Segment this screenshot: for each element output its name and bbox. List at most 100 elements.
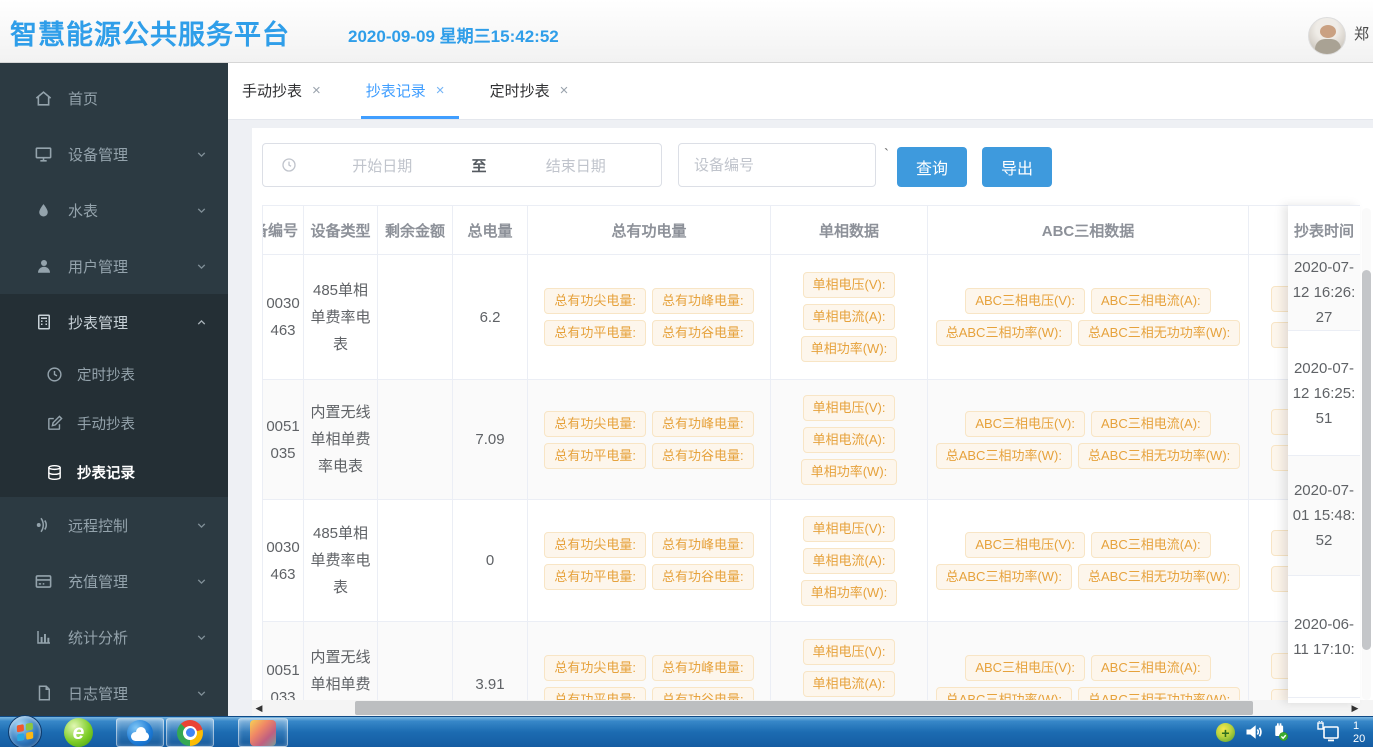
vertical-scrollbar-thumb[interactable] (1362, 270, 1371, 650)
sidebar-item-recharge-mgmt[interactable]: 充值管理 (0, 553, 228, 609)
chevron-down-icon (195, 631, 208, 644)
volume-icon[interactable] (1244, 722, 1264, 747)
tag-abc-voltage: ABC三相电压(V): (965, 655, 1085, 681)
chrome-taskbar-button[interactable] (166, 718, 214, 747)
qq-browser-taskbar-button[interactable] (116, 718, 164, 747)
cell-device-type: 内置无线单相单费率电表 (304, 380, 378, 499)
tag-abc-reactive-power: 总ABC三相无功功率(W): (1078, 443, 1240, 469)
start-orb-icon[interactable] (8, 715, 42, 747)
avatar[interactable] (1308, 17, 1346, 55)
photo-app-icon (250, 720, 276, 746)
table-row: 0030463 485单相单费率电表 6.2 总有功尖电量: 总有功峰电量: 总… (263, 255, 1289, 380)
tag-single-current: 单相电流(A): (803, 548, 896, 574)
column-header-read-time: 抄表时间 (1288, 205, 1360, 255)
taskbar-clock[interactable]: 1 20 (1353, 720, 1365, 746)
page-title: 智慧能源公共服务平台 (10, 13, 290, 52)
cell-active-energy: 总有功尖电量: 总有功峰电量: 总有功平电量: 总有功谷电量: (528, 622, 771, 703)
cell-read-time: 2020-06-11 17:10: (1288, 576, 1360, 698)
column-header-abc-phase: ABC三相数据 (928, 206, 1249, 254)
cell-total-energy: 6.2 (453, 255, 528, 379)
cell-balance (378, 500, 453, 621)
tag-single-voltage: 单相电压(V): (803, 272, 896, 298)
current-datetime: 2020-09-09 星期三15:42:52 (348, 22, 559, 47)
time-column: 抄表时间 2020-07-12 16:26:27 2020-07-12 16:2… (1288, 205, 1360, 703)
cell-clipped-column (1249, 380, 1289, 499)
photo-app-taskbar-button[interactable] (238, 718, 288, 747)
tag-peak-energy: 总有功峰电量: (652, 655, 754, 681)
device-number-input[interactable] (678, 143, 876, 187)
sidebar-item-remote-control[interactable]: 远程控制 (0, 497, 228, 553)
tab-label: 抄表记录 (366, 80, 426, 101)
cell-device-type: 内置无线单相单费率电表 (304, 622, 378, 703)
cell-single-phase: 单相电压(V): 单相电流(A): 单相功率(W): (771, 622, 928, 703)
query-button[interactable]: 查询 (897, 147, 967, 187)
tag-flat-energy: 总有功平电量: (544, 564, 646, 590)
tag-abc-current: ABC三相电流(A): (1091, 655, 1211, 681)
cell-active-energy: 总有功尖电量: 总有功峰电量: 总有功平电量: 总有功谷电量: (528, 255, 771, 379)
tag-abc-voltage: ABC三相电压(V): (965, 411, 1085, 437)
card-icon (34, 572, 53, 591)
chevron-down-icon (195, 575, 208, 588)
app-screen: 智慧能源公共服务平台 2020-09-09 星期三15:42:52 郑 首页 设… (0, 0, 1373, 747)
cell-clipped-column (1249, 255, 1289, 379)
avatar-body (1315, 39, 1341, 55)
sidebar-item-label: 抄表管理 (68, 312, 128, 333)
sidebar-item-scheduled-reading[interactable]: 定时抄表 (0, 350, 228, 399)
tag-abc-voltage: ABC三相电压(V): (965, 532, 1085, 558)
tab-close-icon[interactable]: × (560, 82, 569, 99)
clock-icon (46, 366, 63, 383)
tag-sharp-energy: 总有功尖电量: (544, 532, 646, 558)
start-date-placeholder: 开始日期 (297, 155, 468, 176)
sidebar-item-water-meter[interactable]: 水表 (0, 182, 228, 238)
cell-abc-phase: ABC三相电压(V): ABC三相电流(A): 总ABC三相功率(W): 总AB… (928, 500, 1249, 621)
cell-device-id: 0030463 (263, 500, 304, 621)
cell-total-energy: 0 (453, 500, 528, 621)
column-header-device-type: 设备类型 (304, 206, 378, 254)
network-icon[interactable] (1316, 721, 1342, 747)
tag-single-current: 单相电流(A): (803, 427, 896, 453)
tab-close-icon[interactable]: × (436, 82, 445, 99)
tag-valley-energy: 总有功谷电量: (652, 443, 754, 469)
sidebar-item-user-mgmt[interactable]: 用户管理 (0, 238, 228, 294)
tag-single-power: 单相功率(W): (801, 336, 898, 362)
sidebar-item-log-mgmt[interactable]: 日志管理 (0, 665, 228, 721)
tag-abc-reactive-power: 总ABC三相无功功率(W): (1078, 320, 1240, 346)
sidebar-item-device-mgmt[interactable]: 设备管理 (0, 126, 228, 182)
tab-scheduled-reading[interactable]: 定时抄表 × (488, 62, 571, 119)
tab-reading-records[interactable]: 抄表记录 × (364, 62, 447, 119)
clipped-tag-fragment (1271, 286, 1289, 312)
usb-device-icon[interactable] (1270, 722, 1291, 747)
tag-sharp-energy: 总有功尖电量: (544, 288, 646, 314)
date-range-picker[interactable]: 开始日期 至 结束日期 (262, 143, 662, 187)
sidebar-item-home[interactable]: 首页 (0, 70, 228, 126)
clipped-tag-fragment (1271, 322, 1289, 348)
tag-abc-power: 总ABC三相功率(W): (936, 443, 1072, 469)
browser-360-icon[interactable]: e (64, 718, 93, 747)
tag-single-current: 单相电流(A): (803, 671, 896, 697)
tab-manual-reading[interactable]: 手动抄表 × (240, 62, 323, 119)
scroll-left-arrow-icon[interactable]: ◀ (252, 700, 266, 716)
tag-valley-energy: 总有功谷电量: (652, 320, 754, 346)
chevron-down-icon (195, 260, 208, 273)
table-header: 设备编号 设备类型 剩余金额 总电量 总有功电量 单相数据 ABC三相数据 (262, 205, 1290, 255)
sidebar-item-statistics[interactable]: 统计分析 (0, 609, 228, 665)
antivirus-orb-icon[interactable]: + (1216, 723, 1235, 742)
qq-browser-icon (127, 720, 153, 746)
sidebar-item-meter-reading-mgmt[interactable]: 抄表管理 (0, 294, 228, 350)
sidebar-item-manual-reading[interactable]: 手动抄表 (0, 399, 228, 448)
tab-close-icon[interactable]: × (312, 82, 321, 99)
tag-abc-power: 总ABC三相功率(W): (936, 320, 1072, 346)
sidebar-item-reading-records[interactable]: 抄表记录 (0, 448, 228, 497)
export-button[interactable]: 导出 (982, 147, 1052, 187)
username-label[interactable]: 郑 (1354, 23, 1369, 44)
tab-label: 定时抄表 (490, 80, 550, 101)
cell-abc-phase: ABC三相电压(V): ABC三相电流(A): 总ABC三相功率(W): 总AB… (928, 622, 1249, 703)
remote-phone-icon (34, 516, 53, 535)
sidebar-item-label: 用户管理 (68, 256, 128, 277)
chevron-down-icon (195, 204, 208, 217)
clipped-tag-fragment (1271, 530, 1289, 556)
sidebar-item-label: 统计分析 (68, 627, 128, 648)
clipped-tag-fragment (1271, 653, 1289, 679)
horizontal-scrollbar-thumb[interactable] (355, 701, 1253, 715)
cell-abc-phase: ABC三相电压(V): ABC三相电流(A): 总ABC三相功率(W): 总AB… (928, 380, 1249, 499)
